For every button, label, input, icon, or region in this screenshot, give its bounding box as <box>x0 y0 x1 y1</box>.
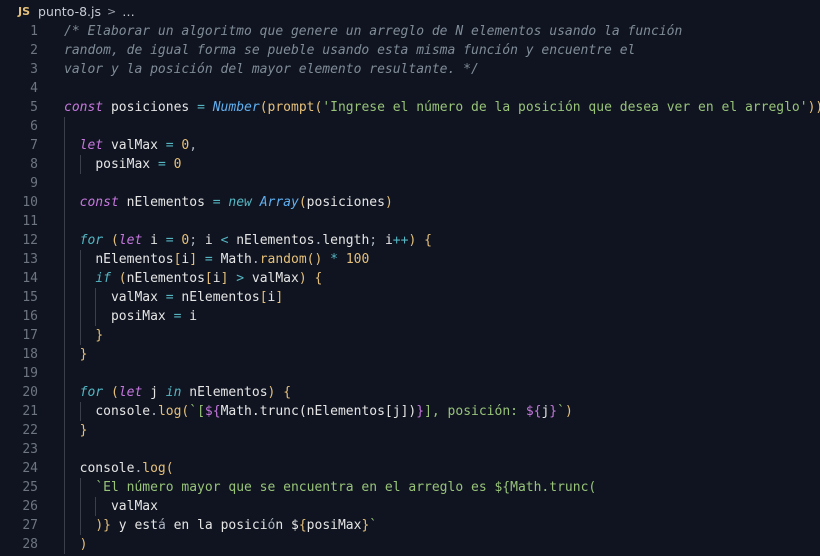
line-number: 2 <box>30 43 38 58</box>
indent-guide <box>79 402 81 421</box>
code-text: for (let i = 0; i < nElementos.length; i… <box>79 233 432 248</box>
code-text: } <box>95 328 104 343</box>
line-number: 6 <box>30 119 38 134</box>
code-text: valMax = nElementos[i] <box>110 290 284 305</box>
code-line[interactable]: 19 <box>0 364 820 383</box>
line-number: 14 <box>22 271 38 286</box>
line-number: 21 <box>22 404 38 419</box>
line-number: 24 <box>22 461 38 476</box>
code-line[interactable]: 25 `El número mayor que se encuentra en … <box>0 478 820 497</box>
code-line[interactable]: 12 for (let i = 0; i < nElementos.length… <box>0 231 820 250</box>
code-line[interactable]: 14 if (nElementos[i] > valMax) { <box>0 269 820 288</box>
line-number: 1 <box>30 24 38 39</box>
code-line[interactable]: 18 } <box>0 345 820 364</box>
indent-guide <box>64 117 65 554</box>
code-text: valMax <box>110 499 158 514</box>
code-line[interactable]: 10 const nElementos = new Array(posicion… <box>0 193 820 212</box>
line-number: 3 <box>30 62 38 77</box>
code-line[interactable]: 23 <box>0 440 820 459</box>
code-line[interactable]: 9 <box>0 174 820 193</box>
code-text: } <box>79 423 88 438</box>
code-text: let valMax = 0, <box>79 138 198 153</box>
code-editor[interactable]: 1 /* Elaborar un algoritmo que genere un … <box>0 22 820 554</box>
indent-guide <box>79 155 81 174</box>
code-text: /* Elaborar un algoritmo que genere un a… <box>64 24 683 39</box>
line-number: 16 <box>22 309 38 324</box>
breadcrumb-file-name[interactable]: punto-8.js <box>38 4 101 19</box>
code-text: console.log(`[${Math.trunc(nElementos[j]… <box>95 404 573 419</box>
line-number: 28 <box>22 537 38 552</box>
line-number: 8 <box>30 157 38 172</box>
code-text: for (let j in nElementos) { <box>79 385 292 400</box>
code-line[interactable]: 22 } <box>0 421 820 440</box>
chevron-right-icon: > <box>107 4 117 18</box>
code-line[interactable]: 2 random, de igual forma se pueble usando… <box>0 41 820 60</box>
line-number: 18 <box>22 347 38 362</box>
line-number: 17 <box>22 328 38 343</box>
line-number: 20 <box>22 385 38 400</box>
breadcrumb-more[interactable]: … <box>122 4 135 19</box>
code-line[interactable]: 1 /* Elaborar un algoritmo que genere un … <box>0 22 820 41</box>
line-number: 10 <box>22 195 38 210</box>
code-text: `El número mayor que se encuentra en el … <box>95 480 597 495</box>
indent-guide <box>79 478 81 535</box>
code-line[interactable]: 6 <box>0 117 820 136</box>
line-number: 7 <box>30 138 38 153</box>
indent-guide <box>95 288 97 326</box>
line-number: 15 <box>22 290 38 305</box>
line-number: 5 <box>30 100 38 115</box>
code-line[interactable]: 8 posiMax = 0 <box>0 155 820 174</box>
breadcrumb: JS punto-8.js > … <box>0 0 820 22</box>
code-line[interactable]: 4 <box>0 79 820 98</box>
code-line[interactable]: 3 valor y la posición del mayor elemento … <box>0 60 820 79</box>
line-number: 12 <box>22 233 38 248</box>
indent-guide <box>79 250 81 345</box>
code-text: } <box>79 347 88 362</box>
code-text: posiMax = 0 <box>95 157 182 172</box>
code-line[interactable]: 27 )} y está en la posición ${posiMax}` <box>0 516 820 535</box>
line-number: 11 <box>22 214 38 229</box>
code-line[interactable]: 5 const posiciones = Number(prompt('Ingre… <box>0 98 820 117</box>
indent-guide <box>95 497 97 516</box>
line-number: 22 <box>22 423 38 438</box>
code-text: const posiciones = Number(prompt('Ingres… <box>64 100 820 115</box>
javascript-file-icon: JS <box>18 4 31 18</box>
line-number: 23 <box>22 442 38 457</box>
code-line[interactable]: 24 console.log( <box>0 459 820 478</box>
code-text: )} y está en la posición ${posiMax}` <box>95 518 378 533</box>
line-number: 25 <box>22 480 38 495</box>
code-text: ) <box>79 537 88 552</box>
code-line[interactable]: 11 <box>0 212 820 231</box>
code-text: console.log( <box>79 461 174 476</box>
code-line[interactable]: 28 ) <box>0 535 820 554</box>
line-number: 13 <box>22 252 38 267</box>
code-line[interactable]: 17 } <box>0 326 820 345</box>
code-line[interactable]: 26 valMax <box>0 497 820 516</box>
code-text: valor y la posición del mayor elemento r… <box>64 62 479 77</box>
code-line[interactable]: 21 console.log(`[${Math.trunc(nElementos… <box>0 402 820 421</box>
code-text: posiMax = i <box>110 309 198 324</box>
code-line[interactable]: 7 let valMax = 0, <box>0 136 820 155</box>
code-text: nElementos[i] = Math.random() * 100 <box>95 252 370 267</box>
code-text: random, de igual forma se pueble usando … <box>64 43 636 58</box>
line-number: 26 <box>22 499 38 514</box>
code-line[interactable]: 13 nElementos[i] = Math.random() * 100 <box>0 250 820 269</box>
code-line[interactable]: 20 for (let j in nElementos) { <box>0 383 820 402</box>
code-line[interactable]: 15 valMax = nElementos[i] <box>0 288 820 307</box>
code-text: const nElementos = new Array(posiciones) <box>79 195 393 210</box>
line-number: 4 <box>30 81 38 96</box>
line-number: 27 <box>22 518 38 533</box>
line-number: 19 <box>22 366 38 381</box>
code-line[interactable]: 16 posiMax = i <box>0 307 820 326</box>
line-number: 9 <box>30 176 38 191</box>
